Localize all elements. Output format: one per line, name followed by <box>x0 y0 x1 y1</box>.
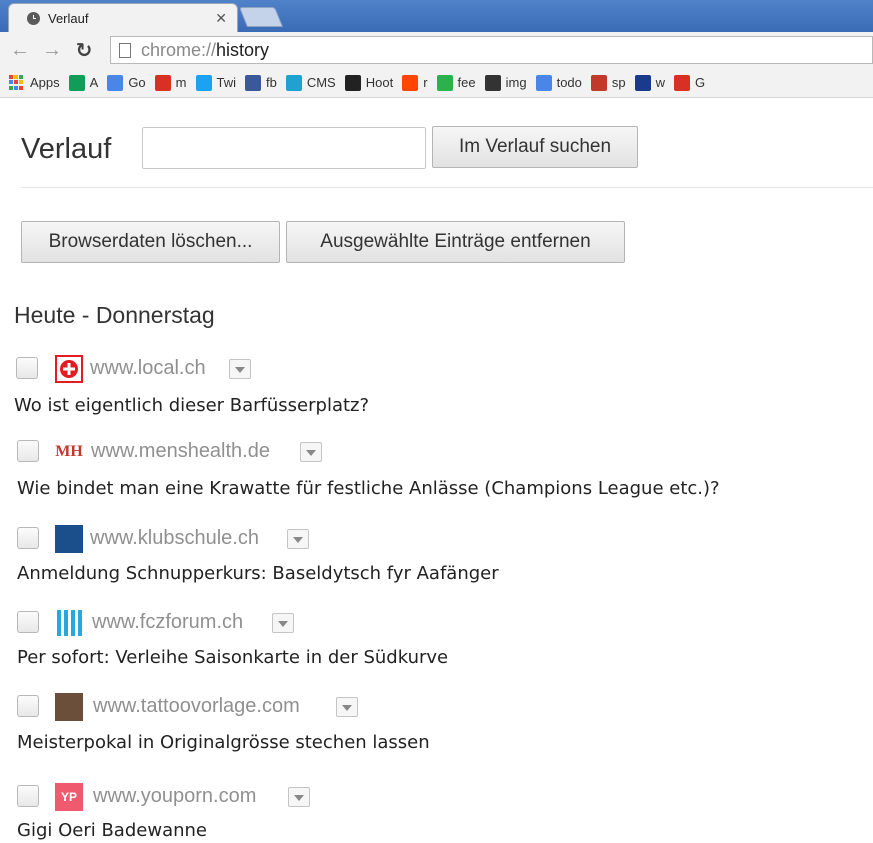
entry-checkbox[interactable] <box>17 440 39 462</box>
reload-icon[interactable]: ↻ <box>72 38 96 62</box>
bookmark-label: r <box>423 75 428 90</box>
bookmark-item[interactable]: fb <box>245 74 277 91</box>
bookmark-label: Twi <box>216 75 237 90</box>
bookmark-label: img <box>505 75 527 90</box>
word-icon <box>634 74 651 91</box>
entry-domain: www.klubschule.ch <box>90 527 259 549</box>
entry-title-link[interactable]: Anmeldung Schnupperkurs: Baseldytsch fyr… <box>17 563 499 584</box>
entry-domain: www.menshealth.de <box>91 440 270 462</box>
bookmark-label: fb <box>266 75 277 90</box>
fczforum-stripes-icon <box>55 609 83 637</box>
forward-arrow-icon[interactable]: → <box>40 38 64 62</box>
entry-checkbox[interactable] <box>17 785 39 807</box>
entry-menu-dropdown[interactable] <box>272 613 294 633</box>
tab-title: Verlauf <box>48 10 89 26</box>
bookmark-item[interactable]: m <box>154 74 187 91</box>
apps-grid-icon <box>9 74 25 91</box>
bookmark-label: CMS <box>306 75 336 90</box>
bookmark-item[interactable]: Twi <box>195 74 237 91</box>
bookmark-item[interactable]: img <box>484 74 527 91</box>
bookmark-item[interactable]: w <box>634 74 666 91</box>
divider <box>21 187 873 188</box>
facebook-icon <box>245 74 261 91</box>
entry-domain: www.youporn.com <box>93 785 257 807</box>
img-icon <box>484 74 501 91</box>
bookmark-label: w <box>655 75 666 90</box>
bookmark-item[interactable]: Apps <box>9 74 60 91</box>
url-scheme: chrome:// <box>141 39 217 60</box>
feedly-icon <box>436 74 453 91</box>
menshealth-icon: MH <box>55 438 83 466</box>
entry-checkbox[interactable] <box>17 527 39 549</box>
new-tab-button[interactable] <box>238 7 284 27</box>
clear-browsing-data-button[interactable]: Browserdaten löschen... <box>21 221 280 263</box>
favicon-text: MH <box>55 443 83 460</box>
gmail-icon <box>154 74 171 91</box>
entry-domain: www.fczforum.ch <box>92 611 244 633</box>
entry-domain: www.local.ch <box>90 357 206 379</box>
bookmark-item[interactable]: CMS <box>285 74 336 91</box>
entry-title-link[interactable]: Per sofort: Verleihe Saisonkarte in der … <box>17 647 448 668</box>
tab-strip: Verlauf ✕ <box>0 0 873 32</box>
bookmark-label: Hoot <box>365 75 394 90</box>
tattoovorlage-icon <box>55 693 83 721</box>
history-clock-icon <box>27 11 40 25</box>
entry-menu-dropdown[interactable] <box>288 787 310 807</box>
bookmark-label: m <box>175 75 187 90</box>
entry-menu-dropdown[interactable] <box>336 697 358 717</box>
bookmark-label: fee <box>457 75 476 90</box>
entry-title-link[interactable]: Gigi Oeri Badewanne <box>17 820 207 841</box>
bookmark-label: G <box>695 75 706 90</box>
back-arrow-icon[interactable]: ← <box>8 38 32 62</box>
spiegel-online-icon <box>590 74 607 91</box>
close-tab-icon[interactable]: ✕ <box>215 10 227 27</box>
bookmark-item[interactable]: sp <box>590 74 626 91</box>
entry-title-link[interactable]: Wo ist eigentlich dieser Barfüsserplatz? <box>14 395 369 416</box>
bookmark-item[interactable]: r <box>402 74 428 91</box>
bookmark-label: Go <box>128 75 146 90</box>
entry-menu-dropdown[interactable] <box>300 442 322 462</box>
bookmark-item[interactable]: A <box>68 74 99 91</box>
twitter-icon <box>195 74 212 91</box>
local-ch-icon <box>55 355 83 383</box>
history-page: Verlauf Im Verlauf suchen Browserdaten l… <box>0 100 873 843</box>
klubschule-icon <box>55 525 83 553</box>
page-icon <box>119 42 131 58</box>
remove-selected-button[interactable]: Ausgewählte Einträge entfernen <box>286 221 625 263</box>
entry-menu-dropdown[interactable] <box>287 529 309 549</box>
google-icon <box>535 74 552 91</box>
google-icon <box>107 74 124 91</box>
entry-checkbox[interactable] <box>17 695 39 717</box>
bookmark-item[interactable]: G <box>674 74 706 91</box>
entry-domain: www.tattoovorlage.com <box>93 695 300 717</box>
tab-history[interactable]: Verlauf ✕ <box>8 3 238 32</box>
bookmarks-bar: Apps A Go m Twi fb CMS Hoot r fee img todo sp w G <box>0 68 873 98</box>
bookmark-item[interactable]: Hoot <box>344 74 394 91</box>
wordpress-icon <box>285 74 302 91</box>
sheets-icon <box>68 74 85 91</box>
favicon-text: YP <box>60 790 77 804</box>
bookmark-label: A <box>89 75 99 90</box>
bookmark-item[interactable]: todo <box>535 74 582 91</box>
bookmark-label: todo <box>556 75 582 90</box>
history-entry: YP www.youporn.com Gigi Oeri Badewanne <box>0 100 873 841</box>
browser-toolbar: ← → ↻ chrome://history <box>0 32 873 68</box>
g-icon <box>674 74 691 91</box>
bookmark-item[interactable]: fee <box>436 74 476 91</box>
reddit-icon <box>402 74 419 91</box>
bookmark-label: Apps <box>30 75 60 90</box>
entry-checkbox[interactable] <box>16 357 38 379</box>
url-host: history <box>216 39 270 60</box>
hootsuite-owl-icon <box>344 74 361 91</box>
address-bar[interactable]: chrome://history <box>110 36 873 64</box>
url-text: chrome://history <box>141 40 269 61</box>
day-heading: Heute - Donnerstag <box>14 302 215 328</box>
entry-title-link[interactable]: Wie bindet man eine Krawatte für festlic… <box>17 478 720 499</box>
entry-menu-dropdown[interactable] <box>229 359 251 379</box>
bookmark-label: sp <box>611 75 626 90</box>
entry-title-link[interactable]: Meisterpokal in Originalgrösse stechen l… <box>17 732 430 753</box>
bookmark-item[interactable]: Go <box>107 74 146 91</box>
entry-checkbox[interactable] <box>17 611 39 633</box>
youporn-icon: YP <box>55 783 83 811</box>
